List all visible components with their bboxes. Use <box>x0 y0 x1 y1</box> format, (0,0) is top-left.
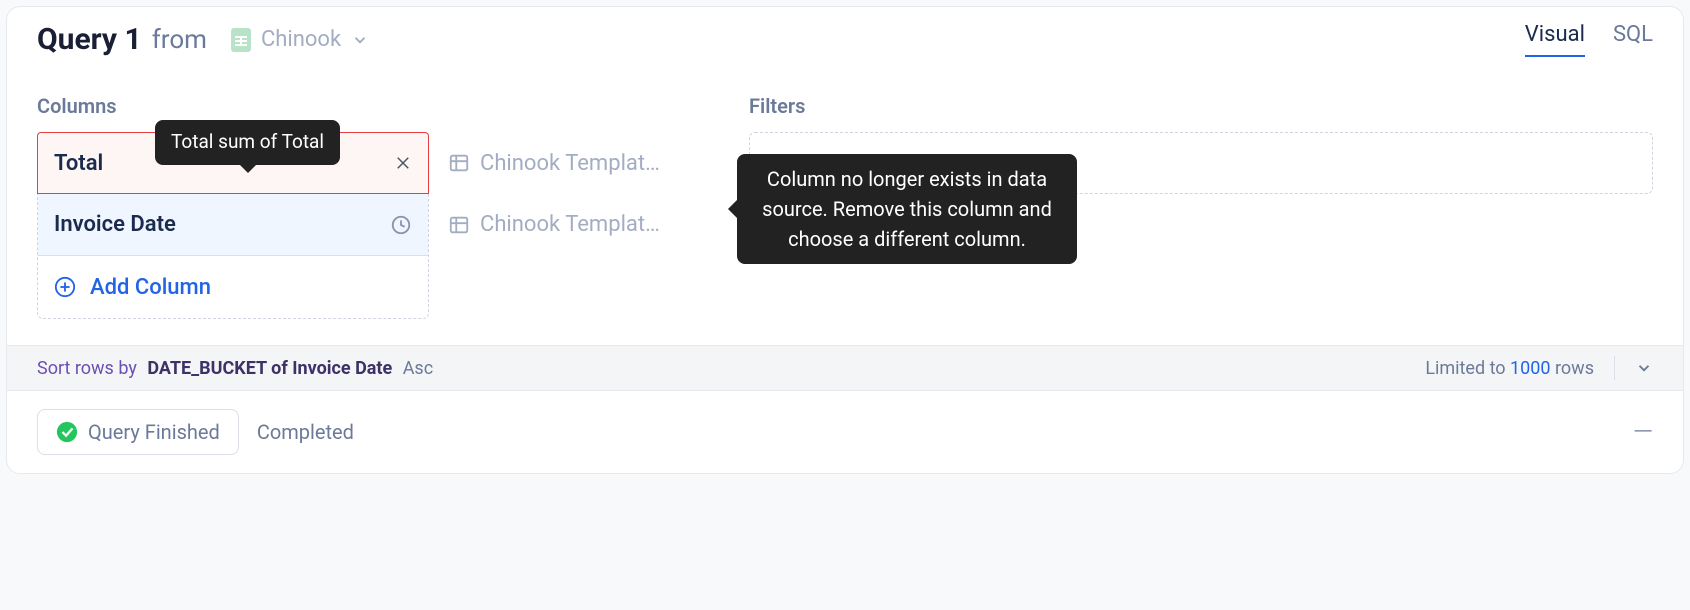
query-header: Query 1 from Chinook Visual SQL <box>7 7 1683 58</box>
sort-by-control[interactable]: Sort rows by DATE_BUCKET of Invoice Date… <box>37 358 433 379</box>
add-column-button[interactable]: Add Column <box>38 256 428 318</box>
column-template-source[interactable]: Chinook Templat… <box>448 151 708 176</box>
view-tabs: Visual SQL <box>1525 22 1653 57</box>
status-text: Completed <box>257 420 354 444</box>
tooltip-missing-column: Column no longer exists in data source. … <box>737 154 1077 264</box>
query-panel: Query 1 from Chinook Visual SQL Columns <box>6 6 1684 474</box>
chevron-down-icon[interactable] <box>1635 359 1653 377</box>
query-title: Query 1 <box>37 22 142 57</box>
divider <box>1614 356 1615 380</box>
add-column-label: Add Column <box>90 275 211 300</box>
spreadsheet-icon <box>231 28 251 52</box>
from-label: from <box>152 25 207 55</box>
row-limit-control: Limited to 1000 rows <box>1425 356 1653 380</box>
close-icon <box>394 154 412 172</box>
tab-sql[interactable]: SQL <box>1613 22 1653 57</box>
status-bar: Query Finished Completed — <box>7 390 1683 473</box>
tooltip-total-sum: Total sum of Total <box>155 120 340 165</box>
collapse-button[interactable]: — <box>1633 417 1653 447</box>
column-template-source[interactable]: Chinook Templat… <box>448 212 708 237</box>
data-source-selector[interactable]: Chinook <box>217 21 383 58</box>
column-label: Total <box>54 151 103 176</box>
column-label: Invoice Date <box>54 212 176 237</box>
table-icon <box>448 214 470 236</box>
table-icon <box>448 152 470 174</box>
columns-label: Columns <box>37 94 429 118</box>
chevron-down-icon <box>351 31 369 49</box>
limit-button[interactable]: Limited to 1000 rows <box>1425 358 1594 379</box>
query-status-pill[interactable]: Query Finished <box>37 409 239 455</box>
sort-bar: Sort rows by DATE_BUCKET of Invoice Date… <box>7 345 1683 390</box>
plus-circle-icon <box>54 276 76 298</box>
tab-visual[interactable]: Visual <box>1525 22 1585 57</box>
query-body: Columns Total sum of Total Column no lon… <box>7 58 1683 345</box>
filters-label: Filters <box>749 94 1653 118</box>
remove-column-button[interactable] <box>394 154 412 172</box>
columns-section: Columns Total sum of Total Column no lon… <box>37 94 429 319</box>
clock-icon <box>390 214 412 236</box>
data-source-name: Chinook <box>261 27 341 52</box>
column-type-indicator <box>390 214 412 236</box>
check-circle-icon <box>56 421 78 443</box>
column-item-invoice-date[interactable]: Invoice Date Chinook Templat… <box>38 194 428 256</box>
